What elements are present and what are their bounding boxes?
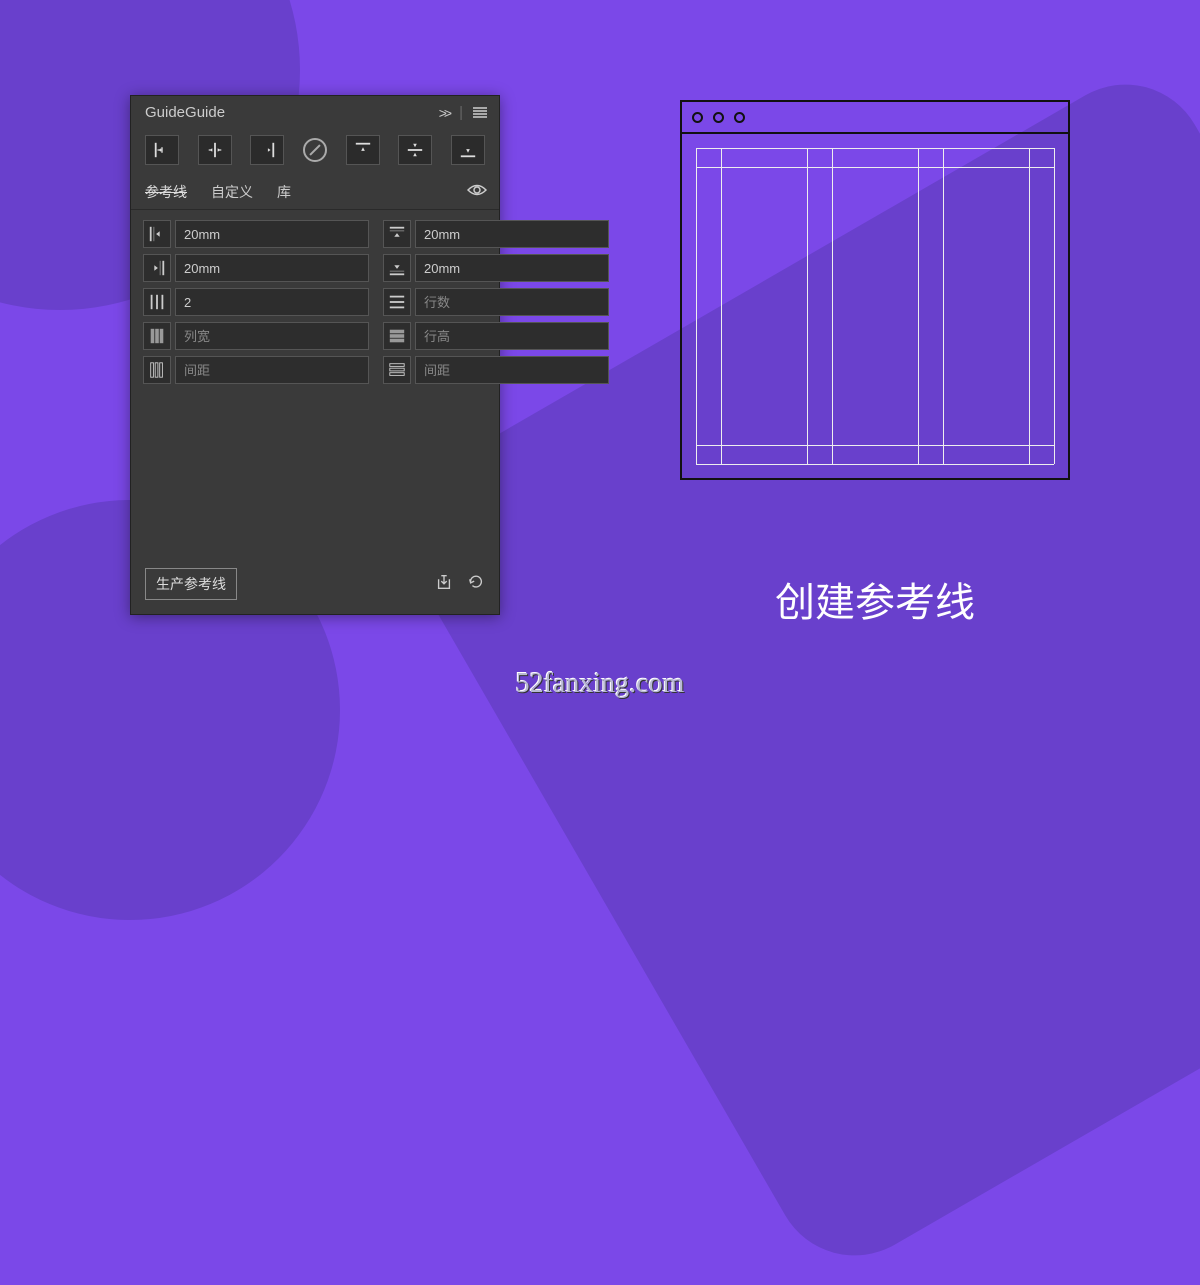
collapse-icon[interactable]: >> <box>439 105 449 121</box>
rows-input[interactable] <box>415 288 609 316</box>
preview-grid <box>696 148 1054 464</box>
col-gutter-icon <box>143 356 171 384</box>
panel-menu-icon[interactable] <box>473 107 487 119</box>
field-columns <box>143 288 369 316</box>
field-margin-left <box>143 220 369 248</box>
align-bottom-button[interactable] <box>451 135 485 165</box>
margin-top-icon <box>383 220 411 248</box>
field-margin-bottom <box>383 254 609 282</box>
preview-window <box>680 100 1070 480</box>
align-top-button[interactable] <box>346 135 380 165</box>
col-width-icon <box>143 322 171 350</box>
field-row-gutter <box>383 356 609 384</box>
tabs: 参考线 自定义 库 <box>131 175 499 210</box>
align-left-button[interactable] <box>145 135 179 165</box>
col-gutter-input[interactable] <box>175 356 369 384</box>
tab-library[interactable]: 库 <box>275 175 293 209</box>
margin-left-icon <box>143 220 171 248</box>
panel-header: GuideGuide >> | <box>131 96 499 127</box>
field-rows <box>383 288 609 316</box>
row-height-input[interactable] <box>415 322 609 350</box>
tab-custom[interactable]: 自定义 <box>209 175 255 209</box>
tab-guides[interactable]: 参考线 <box>143 175 189 209</box>
guideguide-panel: GuideGuide >> | 参考线 自定义 库 <box>130 95 500 615</box>
window-dot-icon <box>692 112 703 123</box>
row-gutter-input[interactable] <box>415 356 609 384</box>
margin-right-input[interactable] <box>175 254 369 282</box>
align-center-h-button[interactable] <box>198 135 232 165</box>
field-col-gutter <box>143 356 369 384</box>
field-margin-top <box>383 220 609 248</box>
row-height-icon <box>383 322 411 350</box>
columns-icon <box>143 288 171 316</box>
col-width-input[interactable] <box>175 322 369 350</box>
field-margin-right <box>143 254 369 282</box>
caption-text: 创建参考线 <box>680 570 1070 628</box>
align-right-button[interactable] <box>250 135 284 165</box>
refresh-icon[interactable] <box>467 573 485 596</box>
alignment-toolbar <box>131 127 499 175</box>
clear-icon[interactable] <box>303 138 327 162</box>
panel-footer: 生产参考线 <box>131 554 499 614</box>
columns-input[interactable] <box>175 288 369 316</box>
window-dot-icon <box>734 112 745 123</box>
generate-button[interactable]: 生产参考线 <box>145 568 237 600</box>
import-icon[interactable] <box>435 573 453 596</box>
margin-top-input[interactable] <box>415 220 609 248</box>
margin-bottom-input[interactable] <box>415 254 609 282</box>
watermark-text: 52fanxing.com <box>0 668 1200 700</box>
rows-icon <box>383 288 411 316</box>
margin-bottom-icon <box>383 254 411 282</box>
panel-title: GuideGuide <box>145 104 225 121</box>
margin-left-input[interactable] <box>175 220 369 248</box>
field-col-width <box>143 322 369 350</box>
align-center-v-button[interactable] <box>398 135 432 165</box>
margin-right-icon <box>143 254 171 282</box>
form-area <box>131 210 499 384</box>
window-dot-icon <box>713 112 724 123</box>
preview-titlebar <box>682 102 1068 134</box>
row-gutter-icon <box>383 356 411 384</box>
visibility-icon[interactable] <box>467 183 487 202</box>
field-row-height <box>383 322 609 350</box>
